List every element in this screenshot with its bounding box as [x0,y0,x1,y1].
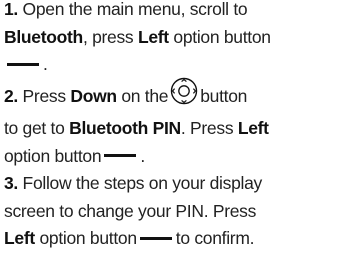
step-2: 2. Press Down on the button to get to Blue… [4,77,338,171]
step-number: 2. [4,85,18,106]
option-button-icon [104,154,137,158]
option-button-icon [7,62,39,66]
step-number: 1. [4,0,18,19]
instructions: 1. Open the main menu, scroll to Bluetoot… [4,0,338,253]
step-number: 3. [4,173,18,193]
step-1: 1. Open the main menu, scroll to Bluetoot… [4,0,271,74]
navigation-button-icon [170,77,198,114]
option-button-icon [139,236,172,240]
step-3: 3. Follow the steps on your display scree… [4,173,262,248]
